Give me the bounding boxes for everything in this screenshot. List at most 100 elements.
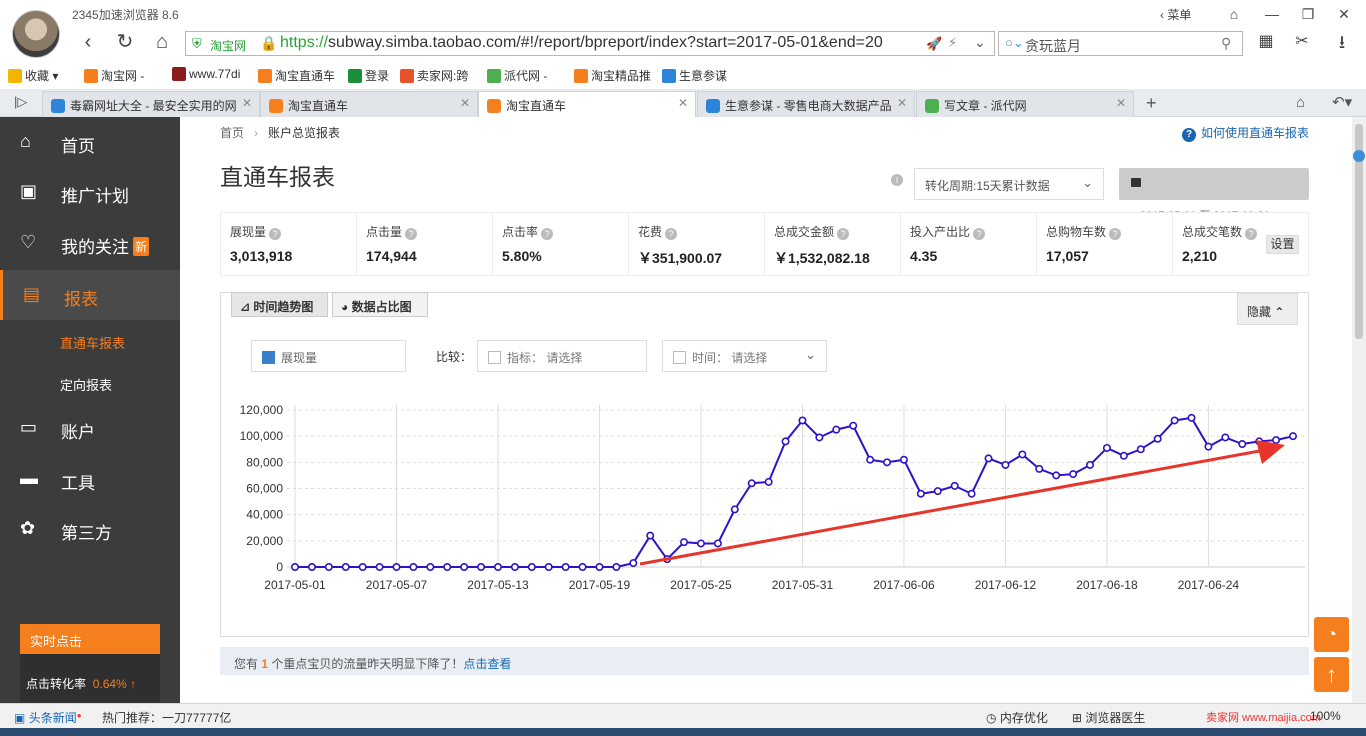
zoom-level[interactable]: 100%: [1310, 709, 1341, 723]
close-icon[interactable]: ✕: [1334, 4, 1354, 24]
apps-icon[interactable]: ▦: [1254, 31, 1278, 55]
search-engine-icon[interactable]: ○⌄: [1005, 35, 1024, 51]
data-point: [358, 563, 367, 572]
x-tick-label: 2017-06-24: [1178, 578, 1240, 592]
breadcrumb-home[interactable]: 首页: [220, 126, 244, 140]
browser-tab[interactable]: 淘宝直通车 ✕: [260, 91, 478, 117]
conversion-period-select[interactable]: 转化周期:15天累计数据 ⌄: [914, 168, 1104, 200]
restore-tab-icon[interactable]: ⌂: [1296, 94, 1305, 111]
bookmark-item[interactable]: www.77di: [172, 67, 240, 81]
close-tab-icon[interactable]: ✕: [242, 96, 252, 110]
rocket-icon[interactable]: 🚀: [926, 36, 942, 52]
notice-link[interactable]: 点击查看: [463, 657, 511, 671]
service-button[interactable]: ◔: [1314, 617, 1349, 652]
help-icon[interactable]: ?: [541, 228, 554, 240]
close-tab-icon[interactable]: ✕: [897, 96, 907, 110]
browser-tab[interactable]: 毒霸网址大全 - 最安全实用的网 ✕: [42, 91, 260, 117]
sidebar-subitem-targeting-report[interactable]: 定向报表: [60, 375, 112, 394]
checkbox[interactable]: [673, 351, 686, 364]
os-taskbar: [0, 728, 1366, 736]
search-input[interactable]: 贪玩蓝月: [1025, 36, 1081, 56]
date-range-button[interactable]: [1119, 168, 1309, 200]
menu-button[interactable]: ‹ 菜单: [1160, 6, 1191, 23]
new-tab-icon[interactable]: +: [1146, 93, 1157, 114]
data-point: [899, 455, 908, 464]
bookmark-item[interactable]: 登录: [348, 67, 389, 84]
bookmark-item[interactable]: 淘宝网 -: [84, 67, 144, 84]
bookmark-item[interactable]: 卖家网:跨: [400, 67, 468, 84]
data-point: [950, 481, 959, 490]
help-icon: ?: [1182, 128, 1196, 142]
sidebar-item-report[interactable]: ▤ 报表: [0, 270, 180, 320]
bookmark-item[interactable]: 生意参谋: [662, 67, 727, 84]
bookmark-item[interactable]: 派代网 -: [487, 67, 547, 84]
address-bar[interactable]: ⛨ 淘宝网 🔒 https://subway.simba.taobao.com/…: [185, 31, 995, 56]
data-point: [1136, 445, 1145, 454]
x-tick-label: 2017-05-31: [772, 578, 834, 592]
metric-cart: 总购物车数? 17,057: [1036, 212, 1172, 276]
sidebar-item-follow[interactable]: ♡ 我的关注新: [0, 218, 180, 268]
bookmark-item[interactable]: 收藏 ▾: [8, 67, 58, 84]
help-icon[interactable]: ?: [1245, 228, 1258, 240]
data-point: [680, 538, 689, 547]
search-icon[interactable]: ⚲: [1221, 35, 1231, 52]
hide-chart-button[interactable]: 隐藏 ⌃: [1237, 293, 1298, 325]
bookmark-item[interactable]: 淘宝精品推: [574, 67, 651, 84]
gift-icon[interactable]: ⌂: [1224, 4, 1244, 24]
close-tab-icon[interactable]: ✕: [1116, 96, 1126, 110]
help-icon[interactable]: ?: [837, 228, 850, 240]
close-tab-icon[interactable]: ✕: [460, 96, 470, 110]
bookmark-item[interactable]: 淘宝直通车: [258, 67, 335, 84]
url-text[interactable]: https://subway.simba.taobao.com/#!/repor…: [280, 34, 920, 52]
back-icon[interactable]: ‹: [76, 31, 100, 55]
sidebar-subitem-ztc-report[interactable]: 直通车报表: [60, 333, 125, 352]
info-icon[interactable]: i: [891, 174, 903, 186]
minimize-icon[interactable]: —: [1262, 4, 1282, 24]
hot-recommend[interactable]: 热门推荐：一刀77777亿: [102, 709, 231, 726]
undo-icon[interactable]: ↶▾: [1332, 93, 1352, 111]
settings-button[interactable]: 设置: [1266, 235, 1299, 254]
download-icon[interactable]: ⭳: [1330, 31, 1354, 55]
tab-share-chart[interactable]: ◕ 数据占比图: [332, 292, 428, 317]
tab-time-trend[interactable]: ⊿ 时间趋势图: [231, 292, 328, 317]
sidebar-item-thirdparty[interactable]: ✿ 第三方: [0, 504, 180, 554]
sidebar-item-account[interactable]: ▭ 账户: [0, 403, 180, 453]
sidebar-item-campaign[interactable]: ▣ 推广计划: [0, 167, 180, 217]
realtime-title[interactable]: 实时点击: [20, 624, 160, 654]
help-icon[interactable]: ?: [665, 228, 678, 240]
back-to-top-button[interactable]: ↑: [1314, 657, 1349, 692]
metric-clicks: 点击量? 174,944: [356, 212, 492, 276]
help-icon[interactable]: ?: [973, 228, 986, 240]
browser-tab[interactable]: 生意参谋 - 零售电商大数据产品 ✕: [697, 91, 915, 117]
browser-tab[interactable]: 写文章 - 派代网 ✕: [916, 91, 1134, 117]
help-icon[interactable]: ?: [1109, 228, 1122, 240]
checkbox[interactable]: [488, 351, 501, 364]
restore-icon[interactable]: ❐: [1298, 4, 1318, 24]
metric-chip[interactable]: 展现量: [251, 340, 406, 372]
sidebar-item-home[interactable]: ⌂ 首页: [0, 117, 180, 167]
sidebar-item-tools[interactable]: ▬ 工具: [0, 454, 180, 504]
search-box[interactable]: ○⌄ 贪玩蓝月 ⚲: [998, 31, 1243, 56]
news-link[interactable]: ▣ 头条新闻●: [14, 709, 82, 726]
help-icon[interactable]: ?: [269, 228, 282, 240]
cut-icon[interactable]: ✂: [1290, 31, 1314, 55]
memory-optimize[interactable]: ◷ 内存优化: [986, 709, 1048, 726]
browser-tab-active[interactable]: 淘宝直通车 ✕: [478, 91, 696, 118]
help-icon[interactable]: ?: [405, 228, 418, 240]
browser-doctor[interactable]: ⊞ 浏览器医生: [1072, 709, 1145, 726]
indicator-select[interactable]: 指标： 请选择: [477, 340, 647, 372]
time-select[interactable]: 时间： 请选择 ⌄: [662, 340, 827, 372]
new-badge: 新: [133, 237, 150, 256]
flash-icon[interactable]: ⚡: [948, 35, 957, 51]
home-icon[interactable]: ⌂: [150, 31, 174, 55]
tab-icon: [51, 99, 65, 113]
help-link[interactable]: ? 如何使用直通车报表: [1182, 124, 1309, 142]
shield-icon: ⛨: [192, 36, 202, 51]
dropdown-icon[interactable]: ⌄: [974, 34, 986, 51]
data-point: [1272, 436, 1281, 445]
user-avatar[interactable]: [12, 10, 60, 58]
refresh-icon[interactable]: ↻: [113, 31, 137, 55]
close-tab-icon[interactable]: ✕: [678, 96, 688, 110]
data-point: [578, 563, 587, 572]
sidebar-toggle-icon[interactable]: |▷: [14, 94, 27, 110]
